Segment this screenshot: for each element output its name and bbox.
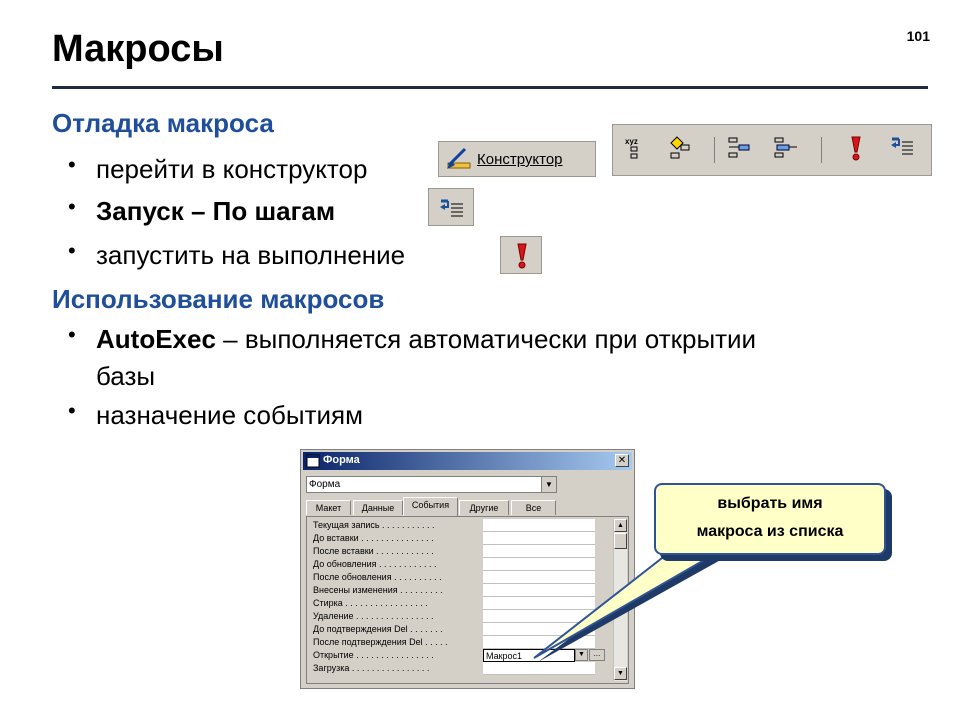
toolbar-separator xyxy=(821,137,822,163)
bullet-dot: • xyxy=(68,322,76,347)
macro-names-icon[interactable]: xyz xyxy=(623,135,649,161)
property-label: До подтверждения Del . . . . . . . xyxy=(313,624,443,634)
run-icon[interactable] xyxy=(843,135,869,161)
single-step-icon[interactable] xyxy=(889,133,915,159)
close-icon: ✕ xyxy=(617,455,627,466)
bullet-text: запустить на выполнение xyxy=(96,240,406,270)
macro-toolbar: xyz xyxy=(612,124,932,176)
title-divider xyxy=(52,86,928,89)
delete-row-icon[interactable] xyxy=(773,135,799,161)
property-label: После обновления . . . . . . . . . . xyxy=(313,572,442,582)
insert-row-icon[interactable] xyxy=(727,135,753,161)
scroll-up-icon[interactable]: ▲ xyxy=(614,519,627,532)
toolbar-separator xyxy=(714,137,715,163)
tab-all[interactable]: Все xyxy=(511,500,556,515)
single-step-icon xyxy=(440,199,463,217)
section-heading-usage: Использование макросов xyxy=(52,284,385,314)
property-label: Удаление . . . . . . . . . . . . . . . . xyxy=(313,611,434,621)
bullet-run: • запустить на выполнение xyxy=(68,238,406,271)
object-select[interactable]: Форма ▼ xyxy=(306,476,557,493)
form-icon xyxy=(306,454,320,468)
bullet-designer: • перейти в конструктор xyxy=(68,152,368,185)
property-label: Текущая запись . . . . . . . . . . . xyxy=(313,520,435,530)
bullet-text: назначение событиям xyxy=(96,400,363,430)
tab-other[interactable]: Другие xyxy=(459,500,509,515)
bullet-dot: • xyxy=(68,194,76,219)
run-icon xyxy=(517,243,527,269)
slide-title: Макросы xyxy=(52,28,224,70)
bullet-dot: • xyxy=(68,398,76,423)
bullet-text: перейти в конструктор xyxy=(96,154,368,184)
callout-line: выбрать имя xyxy=(717,495,823,512)
dialog-title: Форма xyxy=(323,454,360,466)
bullet-autoexec: • AutoExec – выполняется автоматически п… xyxy=(68,322,926,355)
property-value[interactable] xyxy=(483,519,595,532)
bullet-dot: • xyxy=(68,152,76,177)
tab-layout[interactable]: Макет xyxy=(306,500,351,515)
designer-icon xyxy=(447,147,471,169)
tab-events[interactable]: События xyxy=(403,497,458,516)
svg-text:xyz: xyz xyxy=(625,137,638,146)
section-heading-debug: Отладка макроса xyxy=(52,108,274,138)
property-label: Открытие . . . . . . . . . . . . . . . . xyxy=(313,650,434,660)
property-label: До вставки . . . . . . . . . . . . . . . xyxy=(313,533,434,543)
chevron-down-icon[interactable]: ▼ xyxy=(541,477,556,492)
property-label: Внесены изменения . . . . . . . . . xyxy=(313,585,443,595)
designer-button-label: Конструктор xyxy=(477,151,563,168)
bullet-events: • назначение событиям xyxy=(68,398,363,431)
property-label: После вставки . . . . . . . . . . . . xyxy=(313,546,434,556)
single-step-button[interactable] xyxy=(428,188,474,226)
property-label: До обновления . . . . . . . . . . . . xyxy=(313,559,437,569)
callout-line: макроса из списка xyxy=(696,523,844,540)
callout-pointer xyxy=(533,543,742,662)
run-button[interactable] xyxy=(500,236,542,274)
conditions-icon[interactable] xyxy=(667,135,693,161)
tab-data[interactable]: Данные xyxy=(353,500,403,515)
bullet-dot: • xyxy=(68,238,76,263)
bullet-autoexec-cont: базы xyxy=(96,361,156,391)
bullet-bold-text: AutoExec xyxy=(96,324,216,354)
dialog-titlebar[interactable]: Форма ✕ xyxy=(303,452,632,470)
property-label: Стирка . . . . . . . . . . . . . . . . . xyxy=(313,598,428,608)
callout-note: выбрать имя макроса из списка xyxy=(654,483,886,555)
property-label: После подтверждения Del . . . . . xyxy=(313,637,448,647)
bullet-text: Запуск – По шагам xyxy=(96,196,336,226)
property-row[interactable]: Текущая запись . . . . . . . . . . . xyxy=(307,519,612,532)
designer-button[interactable]: Конструктор xyxy=(438,141,596,177)
object-select-value: Форма xyxy=(309,479,341,490)
bullet-step: • Запуск – По шагам xyxy=(68,194,336,227)
page-number: 101 xyxy=(906,28,930,44)
bullet-text: – выполняется автоматически при открытии xyxy=(215,324,757,354)
close-button[interactable]: ✕ xyxy=(615,454,629,467)
property-label: Загрузка . . . . . . . . . . . . . . . . xyxy=(313,663,430,673)
